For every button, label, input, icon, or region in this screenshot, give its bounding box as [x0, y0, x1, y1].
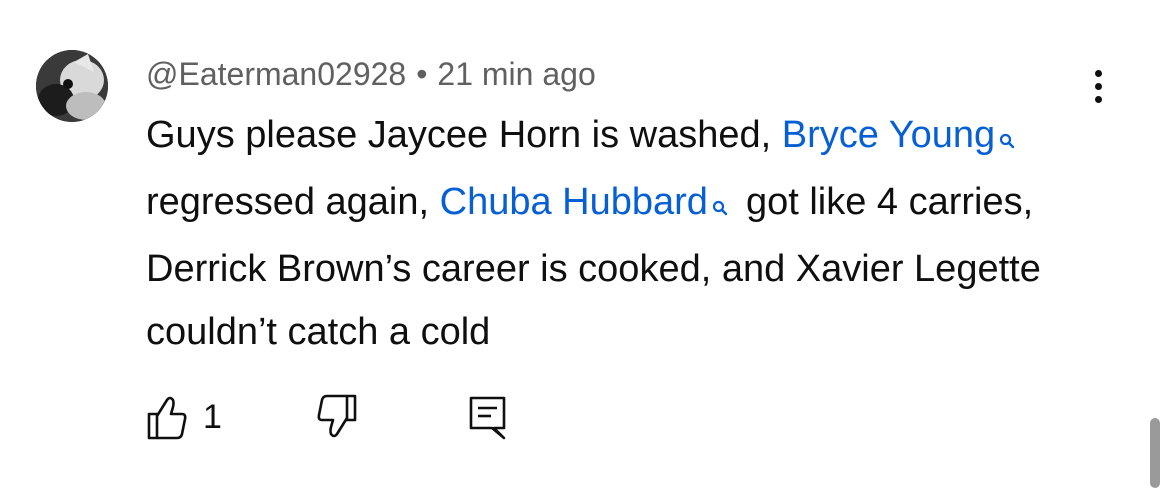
comment-actions: 1 — [0, 392, 1169, 452]
thumb-down-icon — [317, 394, 357, 438]
comment-header: @Eaterman02928 • 21 min ago — [146, 52, 596, 96]
comment-text: Guys please Jaycee Horn is washed, Bryce… — [146, 104, 1106, 364]
like-button[interactable] — [146, 392, 188, 442]
author-handle[interactable]: @Eaterman02928 — [146, 56, 406, 92]
comment-time[interactable]: 21 min ago — [437, 56, 595, 92]
like-count: 1 — [203, 398, 222, 436]
search-icon[interactable] — [712, 175, 728, 238]
comment-text-part: regressed again, — [146, 181, 440, 223]
reply-button[interactable] — [468, 392, 508, 442]
more-vert-icon — [1094, 69, 1102, 77]
separator-dot: • — [416, 56, 428, 92]
search-icon[interactable] — [999, 108, 1015, 171]
player-link-bryce-young[interactable]: Bryce Young — [782, 114, 995, 156]
scrollbar[interactable] — [1150, 418, 1160, 488]
comment-text-part: Guys please Jaycee Horn is washed, — [146, 114, 782, 156]
player-link-chuba-hubbard[interactable]: Chuba Hubbard — [440, 181, 708, 223]
dislike-button[interactable] — [314, 392, 358, 442]
more-options-button[interactable] — [1082, 64, 1114, 108]
thumb-up-icon — [147, 396, 187, 440]
reply-comment-icon — [469, 396, 506, 440]
avatar[interactable] — [36, 50, 108, 122]
